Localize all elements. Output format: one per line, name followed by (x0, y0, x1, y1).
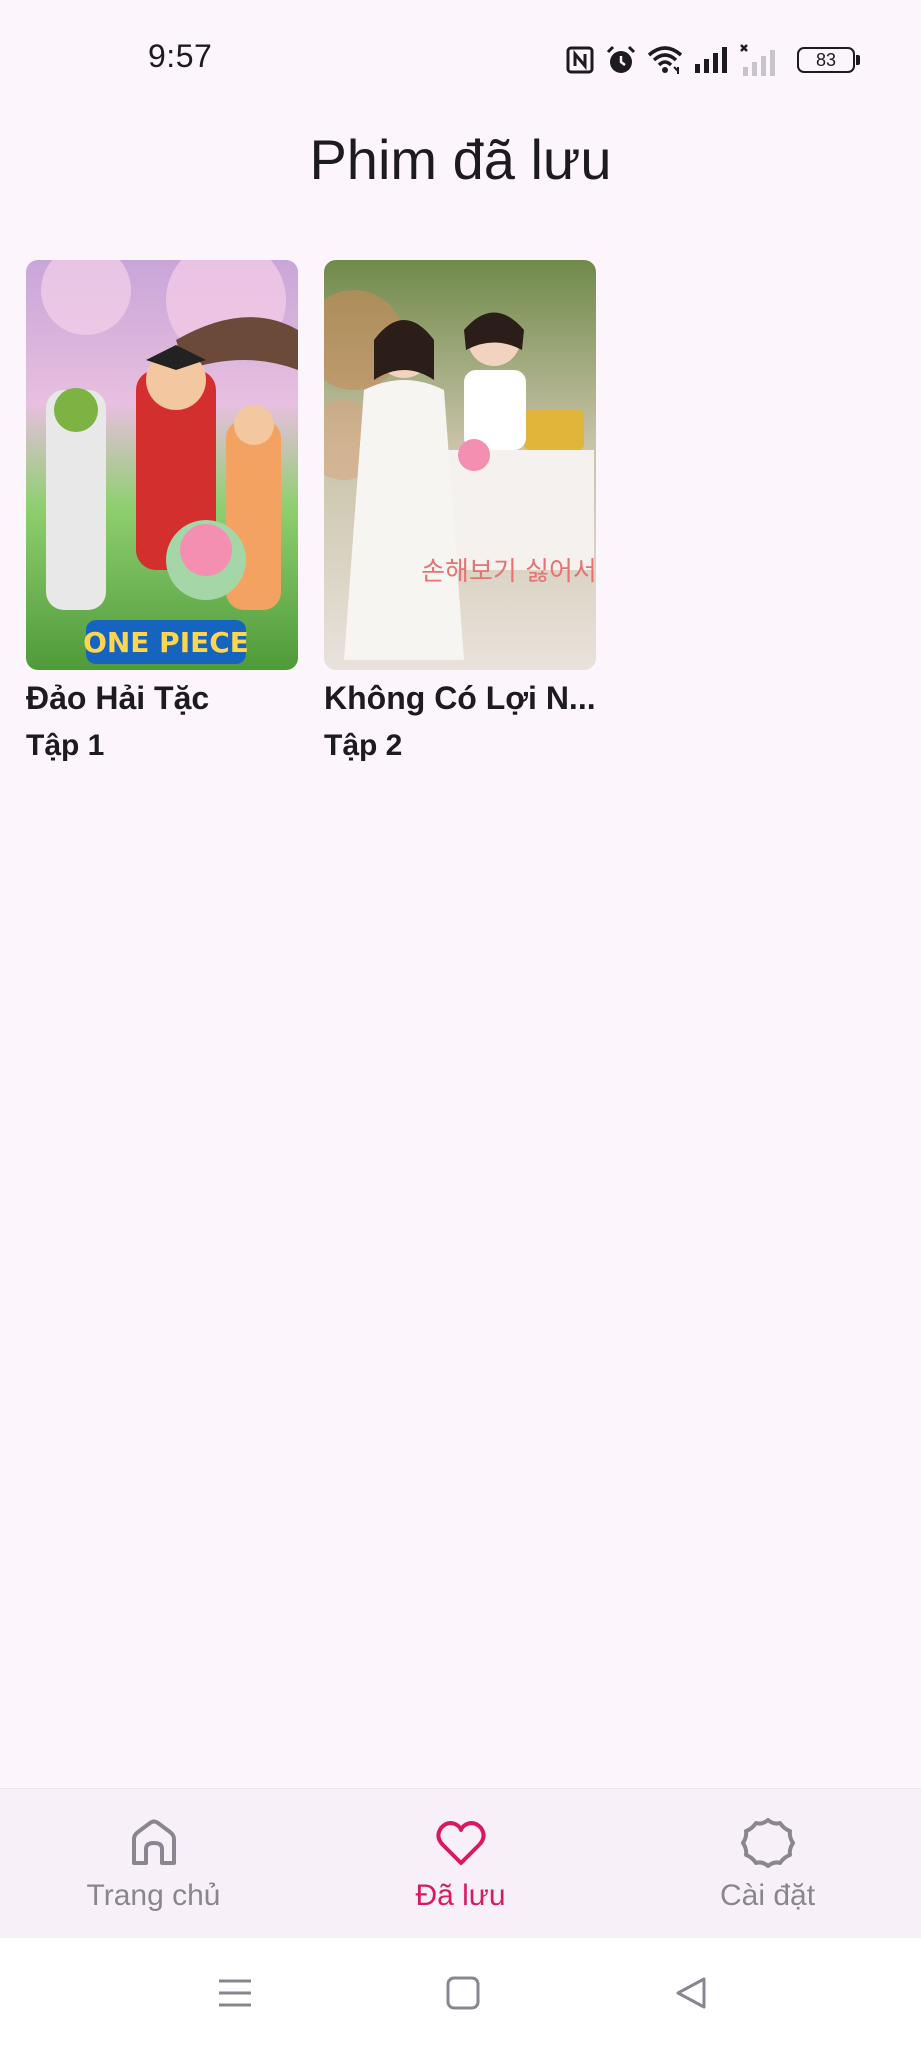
menu-icon (219, 1979, 251, 2007)
movie-title: Đảo Hải Tặc (26, 680, 210, 716)
back-triangle-icon (676, 1977, 706, 2009)
wifi-icon (647, 46, 683, 74)
home-button[interactable] (438, 1968, 488, 2018)
nav-item-settings[interactable]: Cài đặt (614, 1789, 921, 1939)
battery-level: 83 (815, 49, 837, 70)
poster-logo: ONE PIECE (83, 626, 249, 659)
home-icon (131, 1819, 176, 1865)
battery-icon: 83 (797, 47, 860, 73)
movie-poster: 손해보기 싫어서 (324, 260, 596, 670)
recents-button[interactable] (210, 1968, 260, 2018)
bottom-nav: Trang chủ Đã lưu Cài đặt (0, 1788, 921, 1939)
nav-label: Trang chủ (86, 1879, 221, 1912)
signal-icon (695, 47, 727, 73)
settings-icon (740, 1818, 795, 1868)
movie-episode: Tập 2 (324, 729, 403, 762)
saved-movies-grid: ONE PIECE Đảo Hải Tặc Tập 1 손해보기 싫어서 Khô… (26, 260, 596, 768)
movie-card[interactable]: 손해보기 싫어서 Không Có Lợi N... Tập 2 (324, 260, 596, 768)
system-nav-bar (0, 1938, 921, 2048)
nav-label: Cài đặt (719, 1879, 816, 1912)
status-icons: 83 (565, 38, 860, 82)
poster-logo: 손해보기 싫어서 (421, 557, 596, 587)
nfc-icon (566, 46, 594, 74)
movie-episode: Tập 1 (26, 729, 105, 762)
nav-item-saved[interactable]: Đã lưu (307, 1789, 614, 1939)
movie-card[interactable]: ONE PIECE Đảo Hải Tặc Tập 1 (26, 260, 298, 768)
status-time: 9:57 (148, 38, 213, 74)
square-icon (446, 1976, 480, 2010)
movie-poster: ONE PIECE (26, 260, 298, 670)
alarm-icon (606, 45, 636, 73)
status-bar: 9:57 83 (0, 0, 921, 110)
signal-off-icon (740, 44, 775, 76)
nav-label: Đã lưu (415, 1879, 506, 1912)
heart-icon (435, 1821, 486, 1865)
back-button[interactable] (666, 1968, 716, 2018)
page-title: Phim đã lưu (309, 128, 612, 191)
nav-item-home[interactable]: Trang chủ (0, 1789, 307, 1939)
movie-title: Không Có Lợi N... (324, 680, 596, 716)
